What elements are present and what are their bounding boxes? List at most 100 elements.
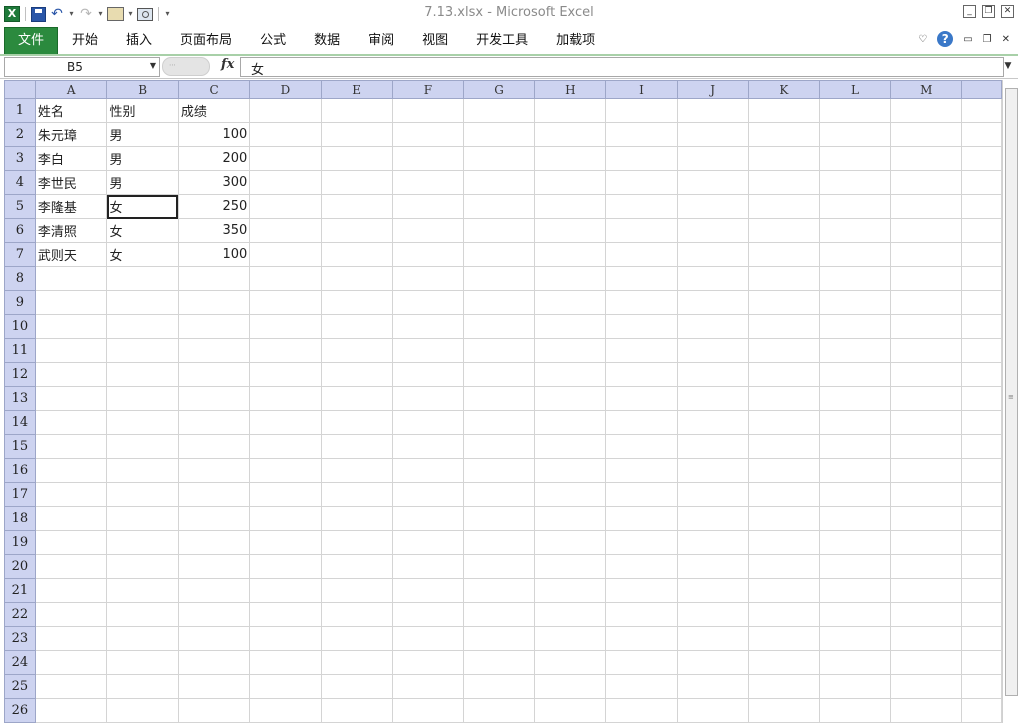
cell-I17[interactable] <box>605 482 678 507</box>
cell-L6[interactable] <box>818 218 892 243</box>
cell-I3[interactable] <box>605 146 678 171</box>
row-header[interactable]: 14 <box>4 410 36 435</box>
cell-D22[interactable] <box>249 602 322 627</box>
cell-E17[interactable] <box>320 482 393 507</box>
cell-H11[interactable] <box>534 338 607 363</box>
cell-C10[interactable] <box>177 314 251 339</box>
cell-G14[interactable] <box>462 410 536 435</box>
cell-C9[interactable] <box>177 290 251 315</box>
cell-F9[interactable] <box>391 290 464 315</box>
cell-F21[interactable] <box>391 578 464 603</box>
cell-A21[interactable] <box>34 578 108 603</box>
cell-I16[interactable] <box>605 458 678 483</box>
cell-H16[interactable] <box>534 458 607 483</box>
cell-E8[interactable] <box>320 266 393 291</box>
row-header[interactable]: 8 <box>4 266 36 291</box>
cell-H7[interactable] <box>534 242 607 267</box>
cell-I4[interactable] <box>605 170 678 195</box>
cell-L26[interactable] <box>818 698 892 723</box>
row-header[interactable]: 22 <box>4 602 36 627</box>
cell-H19[interactable] <box>534 530 607 555</box>
cell-K1[interactable] <box>747 98 820 123</box>
formula-input[interactable]: 女 <box>240 57 1004 78</box>
column-header-A[interactable]: A <box>34 80 108 99</box>
cell-G13[interactable] <box>462 386 536 411</box>
cell-I10[interactable] <box>605 314 678 339</box>
cell-I1[interactable] <box>605 98 678 123</box>
cell-L4[interactable] <box>818 170 892 195</box>
cell-M13[interactable] <box>890 386 963 411</box>
cell-J21[interactable] <box>676 578 749 603</box>
cell-C21[interactable] <box>177 578 251 603</box>
expand-formula-bar-icon[interactable]: ▼ <box>1002 58 1014 74</box>
cell-F3[interactable] <box>391 146 464 171</box>
cell-B7[interactable]: 女 <box>106 242 179 267</box>
cell-overflow[interactable] <box>961 98 1002 123</box>
cell-K23[interactable] <box>747 626 820 651</box>
cell-A12[interactable] <box>34 362 108 387</box>
row-header[interactable]: 11 <box>4 338 36 363</box>
cell-M2[interactable] <box>890 122 963 147</box>
cell-M3[interactable] <box>890 146 963 171</box>
cell-C1[interactable]: 成绩 <box>177 98 251 123</box>
cell-K25[interactable] <box>747 674 820 699</box>
cell-L20[interactable] <box>818 554 892 579</box>
cell-I11[interactable] <box>605 338 678 363</box>
cell-J24[interactable] <box>676 650 749 675</box>
cell-H9[interactable] <box>534 290 607 315</box>
cell-A14[interactable] <box>34 410 108 435</box>
cell-L15[interactable] <box>818 434 892 459</box>
cell-G4[interactable] <box>462 170 536 195</box>
cell-J5[interactable] <box>676 194 749 219</box>
cell-F25[interactable] <box>391 674 464 699</box>
cell-A19[interactable] <box>34 530 108 555</box>
cell-J20[interactable] <box>676 554 749 579</box>
cell-J6[interactable] <box>676 218 749 243</box>
cell-L16[interactable] <box>818 458 892 483</box>
cell-C6[interactable]: 350 <box>177 218 251 243</box>
cell-J17[interactable] <box>676 482 749 507</box>
cell-A25[interactable] <box>34 674 108 699</box>
cell-overflow[interactable] <box>961 386 1002 411</box>
cell-D24[interactable] <box>249 650 322 675</box>
cell-M10[interactable] <box>890 314 963 339</box>
cell-I6[interactable] <box>605 218 678 243</box>
cell-M9[interactable] <box>890 290 963 315</box>
cell-overflow[interactable] <box>961 434 1002 459</box>
row-header[interactable]: 1 <box>4 98 36 123</box>
cell-D23[interactable] <box>249 626 322 651</box>
row-header[interactable]: 10 <box>4 314 36 339</box>
cell-E6[interactable] <box>320 218 393 243</box>
cell-overflow[interactable] <box>961 266 1002 291</box>
cell-G5[interactable] <box>462 194 536 219</box>
cell-M23[interactable] <box>890 626 963 651</box>
cell-I23[interactable] <box>605 626 678 651</box>
column-header-E[interactable]: E <box>320 80 393 99</box>
cell-K15[interactable] <box>747 434 820 459</box>
cell-F15[interactable] <box>391 434 464 459</box>
cell-A5[interactable]: 李隆基 <box>34 194 108 219</box>
cell-M12[interactable] <box>890 362 963 387</box>
cell-J19[interactable] <box>676 530 749 555</box>
cell-B11[interactable] <box>106 338 179 363</box>
cell-C8[interactable] <box>177 266 251 291</box>
cell-H22[interactable] <box>534 602 607 627</box>
workbook-close-icon[interactable]: ✕ <box>1002 34 1010 45</box>
cell-D3[interactable] <box>249 146 322 171</box>
cell-H12[interactable] <box>534 362 607 387</box>
cell-F10[interactable] <box>391 314 464 339</box>
cell-H24[interactable] <box>534 650 607 675</box>
cell-J13[interactable] <box>676 386 749 411</box>
cell-B2[interactable]: 男 <box>106 122 179 147</box>
cell-J22[interactable] <box>676 602 749 627</box>
cell-B6[interactable]: 女 <box>106 218 179 243</box>
name-box-dropdown-icon[interactable]: ▼ <box>150 61 156 70</box>
cell-G23[interactable] <box>462 626 536 651</box>
cell-K11[interactable] <box>747 338 820 363</box>
cell-C24[interactable] <box>177 650 251 675</box>
row-header[interactable]: 6 <box>4 218 36 243</box>
cell-M26[interactable] <box>890 698 963 723</box>
cell-A22[interactable] <box>34 602 108 627</box>
cell-J1[interactable] <box>676 98 749 123</box>
cell-L11[interactable] <box>818 338 892 363</box>
